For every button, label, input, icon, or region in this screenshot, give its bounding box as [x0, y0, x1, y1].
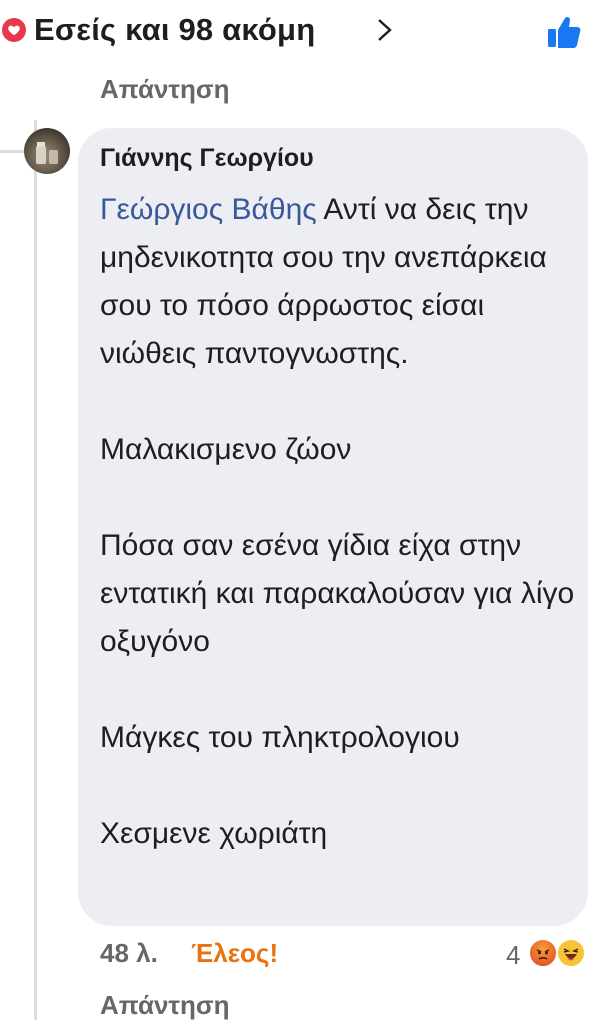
- reaction-button[interactable]: Έλεος!: [191, 938, 278, 968]
- comment-body-text: Αντί να δεις την μηδενικοτητα σου την αν…: [100, 193, 575, 850]
- heart-icon: [2, 18, 26, 42]
- chevron-right-icon[interactable]: [374, 14, 396, 46]
- comment-footer: 48 λ. Έλεος!: [100, 938, 278, 969]
- like-icon[interactable]: [544, 12, 584, 52]
- comment-author[interactable]: Γιάννης Γεωργίου: [100, 144, 314, 173]
- reaction-count[interactable]: 4: [506, 940, 520, 971]
- comment-text: Γεώργιος Βάθης Αντί να δεις την μηδενικο…: [100, 186, 580, 858]
- mention-link[interactable]: Γεώργιος Βάθης: [100, 193, 317, 226]
- reply-button-bottom[interactable]: Απάντηση: [100, 990, 230, 1021]
- reaction-summary-link[interactable]: Εσείς και 98 ακόμη: [34, 12, 315, 48]
- reply-button[interactable]: Απάντηση: [100, 74, 230, 105]
- comment-timestamp[interactable]: 48 λ.: [100, 938, 158, 968]
- thread-line: [34, 120, 37, 1020]
- angry-icon[interactable]: [528, 938, 558, 968]
- comment-thread: Εσείς και 98 ακόμη Απάντηση Γιάννης Γεωρ…: [0, 0, 613, 1024]
- haha-icon[interactable]: [556, 938, 586, 968]
- avatar[interactable]: [24, 128, 70, 174]
